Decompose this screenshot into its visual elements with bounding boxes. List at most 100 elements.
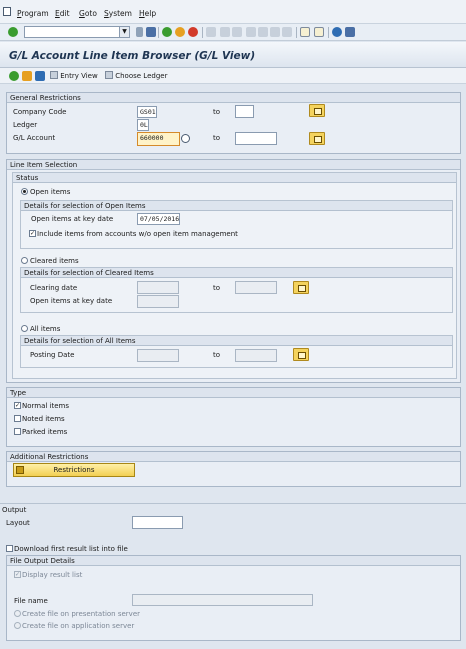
menu-edit[interactable]: Edit (55, 9, 70, 18)
title-bar: G/L Account Line Item Browser (G/L View) (0, 42, 466, 68)
choose-ledger-label: Choose Ledger (115, 72, 168, 80)
first-page-icon[interactable] (246, 27, 256, 37)
include-items-label: Include items from accounts w/o open ite… (37, 230, 238, 238)
company-code-input[interactable]: GS01 (137, 106, 157, 118)
company-code-multiple-selection-icon[interactable] (309, 104, 325, 117)
command-field[interactable]: ▼ (24, 26, 130, 38)
clearing-date-label: Clearing date (30, 284, 78, 292)
execute-icon[interactable] (9, 71, 19, 81)
menu-help[interactable]: Help (139, 9, 156, 18)
posting-date-label: Posting Date (30, 351, 75, 359)
presentation-server-radio[interactable] (14, 610, 21, 617)
file-output-details-header: File Output Details (7, 556, 460, 566)
next-page-icon[interactable] (270, 27, 280, 37)
type-group: Type (6, 387, 461, 447)
posting-date-input[interactable] (137, 349, 179, 362)
menu-goto[interactable]: Goto (79, 9, 97, 18)
posting-date-multiple-selection-icon[interactable] (293, 348, 309, 361)
gl-account-multiple-selection-icon[interactable] (309, 132, 325, 145)
save-icon[interactable] (146, 27, 156, 37)
gl-account-input[interactable]: 660000 (137, 132, 180, 146)
layout-input[interactable] (132, 516, 183, 529)
separator (296, 27, 297, 38)
back-icon[interactable] (162, 27, 172, 37)
parked-items-checkbox[interactable] (14, 428, 21, 435)
restrictions-icon (16, 466, 24, 474)
display-result-label: Display result list (22, 571, 83, 579)
customize-layout-icon[interactable] (345, 27, 355, 37)
cleared-items-details-header: Details for selection of Cleared Items (21, 268, 452, 278)
entry-view-button[interactable]: Entry View (50, 71, 98, 80)
info-icon[interactable] (35, 71, 45, 81)
create-session-icon[interactable] (300, 27, 310, 37)
restrictions-button[interactable]: Restrictions (13, 463, 135, 477)
status-header: Status (13, 173, 456, 183)
exit-icon[interactable] (175, 27, 185, 37)
clearing-date-to-label: to (213, 284, 221, 292)
type-header: Type (7, 388, 460, 398)
help-icon[interactable] (332, 27, 342, 37)
parked-items-label: Parked items (22, 428, 68, 436)
find-next-icon[interactable] (232, 27, 242, 37)
gl-account-to-input[interactable] (235, 132, 277, 145)
open-items-details-group: Details for selection of Open Items (20, 200, 453, 249)
open-items-details-header: Details for selection of Open Items (21, 201, 452, 211)
shortcut-icon[interactable] (314, 27, 324, 37)
entry-view-icon (50, 71, 58, 79)
noted-items-checkbox[interactable] (14, 415, 21, 422)
normal-items-label: Normal items (22, 402, 70, 410)
clearing-date-input[interactable] (137, 281, 179, 294)
separator (202, 27, 203, 38)
layout-label: Layout (6, 519, 30, 527)
output-divider (0, 503, 466, 504)
menu-system[interactable]: System (104, 9, 132, 18)
additional-restrictions-header: Additional Restrictions (7, 452, 460, 462)
print-icon[interactable] (206, 27, 216, 37)
get-variant-icon[interactable] (22, 71, 32, 81)
posting-date-to-input[interactable] (235, 349, 277, 362)
download-checkbox[interactable] (6, 545, 13, 552)
clearing-date-multiple-selection-icon[interactable] (293, 281, 309, 294)
clearing-date-to-input[interactable] (235, 281, 277, 294)
application-server-radio[interactable] (14, 622, 21, 629)
enter-icon[interactable] (8, 27, 18, 37)
choose-ledger-button[interactable]: Choose Ledger (105, 71, 167, 80)
open-at-key-date-input[interactable]: 07/05/2016 (137, 213, 180, 225)
cleared-open-at-key-date-input[interactable] (137, 295, 179, 308)
general-restrictions-header: General Restrictions (7, 93, 460, 103)
separator (158, 27, 159, 38)
normal-items-checkbox[interactable]: ✓ (14, 402, 21, 409)
output-header: Output (2, 506, 27, 514)
gl-account-label: G/L Account (13, 134, 56, 142)
file-name-input[interactable] (132, 594, 313, 606)
sap-menu-icon[interactable] (3, 7, 11, 16)
open-items-radio[interactable] (21, 188, 28, 195)
include-items-checkbox[interactable]: ✓ (29, 230, 36, 237)
application-toolbar: Entry View Choose Ledger (0, 68, 466, 84)
find-icon[interactable] (220, 27, 230, 37)
cancel-icon[interactable] (188, 27, 198, 37)
application-server-label: Create file on application server (22, 622, 135, 630)
command-dropdown-icon[interactable]: ▼ (119, 27, 129, 37)
display-result-checkbox[interactable]: ✓ (14, 571, 21, 578)
company-code-to-label: to (213, 108, 221, 116)
separator (328, 27, 329, 38)
menu-program[interactable]: Program (17, 9, 49, 18)
company-code-label: Company Code (13, 108, 67, 116)
cleared-items-radio[interactable] (21, 257, 28, 264)
company-code-to-input[interactable] (235, 105, 254, 118)
restrictions-label: Restrictions (53, 466, 95, 474)
previous-page-icon[interactable] (258, 27, 268, 37)
open-items-label: Open items (30, 188, 71, 196)
noted-items-label: Noted items (22, 415, 65, 423)
all-items-radio[interactable] (21, 325, 28, 332)
back-arrows-icon[interactable] (136, 27, 143, 37)
general-restrictions-group: General Restrictions (6, 92, 461, 154)
gl-account-to-label: to (213, 134, 221, 142)
all-items-details-header: Details for selection of All Items (21, 336, 452, 346)
all-items-label: All items (30, 325, 61, 333)
search-help-icon[interactable] (181, 134, 190, 143)
last-page-icon[interactable] (282, 27, 292, 37)
download-label: Download first result list into file (14, 545, 128, 553)
ledger-input[interactable]: 0L (137, 119, 149, 131)
